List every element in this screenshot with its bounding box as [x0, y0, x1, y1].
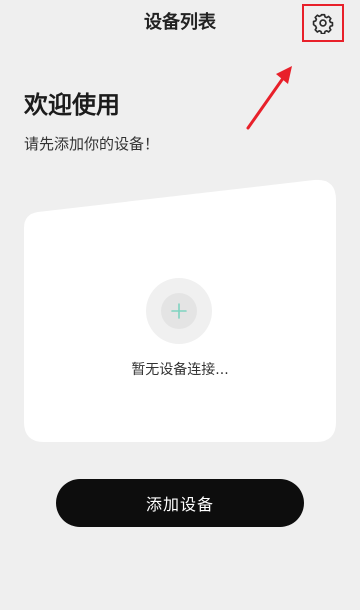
annotation-arrow	[246, 66, 292, 130]
gear-icon	[312, 12, 334, 34]
welcome-title: 欢迎使用	[24, 91, 120, 119]
add-device-circle[interactable]	[146, 278, 212, 344]
plus-icon	[170, 302, 188, 320]
empty-state-text: 暂无设备连接...	[131, 362, 229, 378]
welcome-subtitle: 请先添加你的设备！	[24, 135, 160, 153]
add-device-button[interactable]: 添加设备	[56, 479, 304, 527]
device-card: 暂无设备连接...	[24, 178, 336, 442]
settings-button[interactable]	[302, 4, 344, 42]
